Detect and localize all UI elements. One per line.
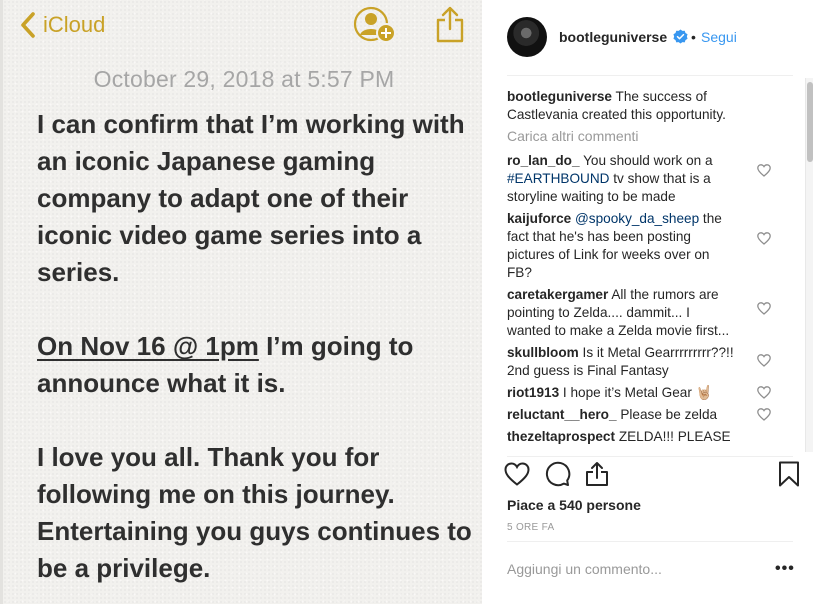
post-timestamp: 5 ORE FA [507, 522, 555, 533]
add-comment-input[interactable]: Aggiungi un commento... [507, 561, 757, 577]
divider [507, 75, 793, 76]
verified-badge-icon [673, 29, 688, 44]
more-options-button[interactable]: ••• [775, 560, 795, 578]
comment-item: skullbloom Is it Metal Gearrrrrrrrr??!! … [507, 344, 775, 380]
heart-icon[interactable] [757, 232, 771, 245]
avatar[interactable] [507, 17, 547, 57]
note-paragraph: I can confirm that I’m working with an i… [37, 109, 465, 287]
comment-item: thezeltaprospect ZELDA!!! PLEASE [507, 428, 775, 446]
share-icon[interactable] [435, 5, 465, 43]
comment-text: I hope it’s Metal Gear 🤘🏼 [562, 385, 713, 400]
hashtag-link[interactable]: #EARTHBOUND [507, 171, 609, 186]
comment-text: ZELDA!!! PLEASE [618, 429, 731, 444]
comments-scrollbar[interactable] [805, 78, 813, 452]
divider [507, 541, 793, 542]
comment-text: Please be zelda [620, 407, 718, 422]
note-screenshot: iCloud October 29, 2018 at 5:57 PM I can… [0, 0, 482, 604]
post-panel: bootleguniverse • Segui bootleguniverse … [483, 0, 817, 604]
bookmark-icon[interactable] [775, 460, 803, 488]
caption: bootleguniverse The success of Castlevan… [507, 88, 775, 124]
comment-item: ro_lan_do_ You should work on a #EARTHBO… [507, 152, 775, 206]
comment-item: kaijuforce @spooky_da_sheep the fact tha… [507, 210, 775, 282]
heart-icon[interactable] [757, 408, 771, 421]
post-actions [503, 460, 803, 492]
note-paragraph: I love you all. Thank you for following … [37, 442, 472, 583]
scrollbar-thumb[interactable] [807, 82, 813, 162]
comment-username[interactable]: reluctant__hero_ [507, 407, 617, 422]
post-header: bootleguniverse • Segui [483, 0, 817, 75]
comment-username[interactable]: bootleguniverse [507, 89, 612, 104]
comment-username[interactable]: riot1913 [507, 385, 559, 400]
username-link[interactable]: bootleguniverse [559, 29, 667, 45]
comment-item: reluctant__hero_ Please be zelda [507, 406, 775, 424]
heart-icon[interactable] [757, 302, 771, 315]
like-heart-icon[interactable] [503, 460, 531, 488]
comment-username[interactable]: skullbloom [507, 345, 579, 360]
comment-item: riot1913 I hope it’s Metal Gear 🤘🏼 [507, 384, 775, 402]
heart-icon[interactable] [757, 354, 771, 367]
comment-bubble-icon[interactable] [543, 460, 571, 488]
heart-icon[interactable] [757, 164, 771, 177]
heart-icon[interactable] [757, 386, 771, 399]
comment-item: caretakergamer All the rumors are pointi… [507, 286, 775, 340]
note-body: I can confirm that I’m working with an i… [37, 106, 477, 604]
comment-username[interactable]: thezeltaprospect [507, 429, 615, 444]
follow-button[interactable]: Segui [701, 29, 737, 45]
comment-text: You should work on a [583, 153, 713, 168]
back-button[interactable]: iCloud [19, 8, 105, 42]
note-date: October 29, 2018 at 5:57 PM [93, 66, 395, 92]
back-label: iCloud [43, 12, 106, 37]
comment-username[interactable]: kaijuforce [507, 211, 571, 226]
note-paragraph: On Nov 16 @ 1pm I’m going to announce wh… [37, 328, 477, 402]
comments-list: bootleguniverse The success of Castlevan… [507, 88, 775, 454]
comment-username[interactable]: caretakergamer [507, 287, 608, 302]
notes-toolbar: iCloud [3, 0, 482, 55]
separator-dot: • [691, 29, 696, 45]
divider [507, 456, 793, 457]
mention-link[interactable]: @spooky_da_sheep [575, 211, 699, 226]
add-person-icon[interactable] [353, 6, 399, 46]
load-more-comments-button[interactable]: Carica altri commenti [507, 128, 775, 144]
likes-count[interactable]: Piace a 540 persone [507, 497, 641, 513]
share-post-icon[interactable] [583, 460, 611, 488]
note-underlined-text: On Nov 16 @ 1pm [37, 331, 259, 361]
chevron-left-icon [21, 12, 35, 38]
comment-username[interactable]: ro_lan_do_ [507, 153, 580, 168]
